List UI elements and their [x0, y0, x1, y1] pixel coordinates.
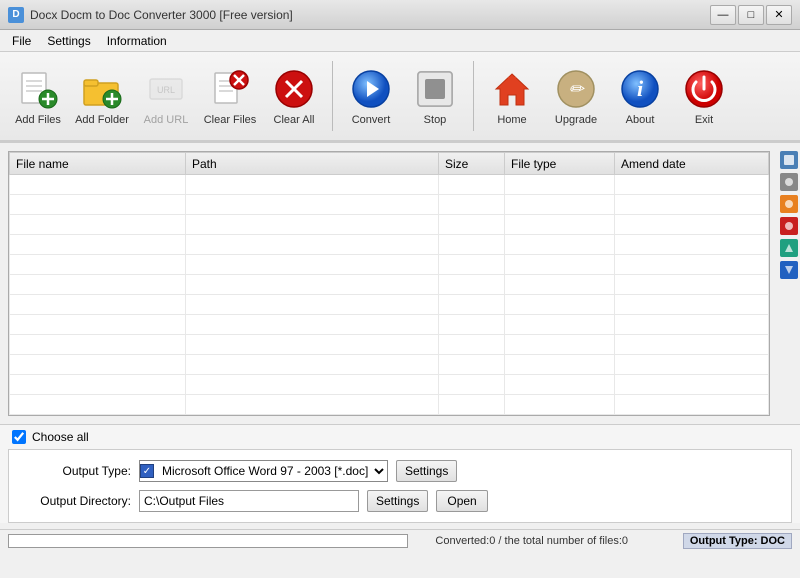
table-row — [10, 315, 769, 335]
add-folder-button[interactable]: Add Folder — [72, 56, 132, 136]
sidebar-btn-6[interactable] — [780, 261, 798, 279]
title-bar: D Docx Docm to Doc Converter 3000 [Free … — [0, 0, 800, 30]
col-filetype: File type — [505, 153, 615, 175]
choose-all-row: Choose all — [0, 425, 800, 449]
menu-file[interactable]: File — [4, 32, 39, 50]
minimize-button[interactable]: — — [710, 5, 736, 25]
home-icon — [491, 68, 533, 110]
progress-bar-container — [8, 534, 408, 548]
maximize-button[interactable]: □ — [738, 5, 764, 25]
sidebar-btn-3[interactable] — [780, 195, 798, 213]
add-url-icon: URL — [145, 68, 187, 110]
output-type-settings-button[interactable]: Settings — [396, 460, 457, 482]
table-row — [10, 195, 769, 215]
table-row — [10, 295, 769, 315]
col-size: Size — [439, 153, 505, 175]
clear-all-label: Clear All — [274, 114, 315, 126]
output-type-select[interactable]: Microsoft Office Word 97 - 2003 [*.doc] — [156, 461, 387, 481]
svg-text:URL: URL — [157, 85, 175, 95]
window-title: Docx Docm to Doc Converter 3000 [Free ve… — [30, 8, 293, 22]
output-type-badge: Output Type: DOC — [683, 533, 792, 549]
menu-information[interactable]: Information — [99, 32, 175, 50]
about-label: About — [626, 114, 655, 126]
convert-icon — [350, 68, 392, 110]
col-filename: File name — [10, 153, 186, 175]
output-type-checkbox-icon: ✓ — [140, 464, 154, 478]
convert-button[interactable]: Convert — [341, 56, 401, 136]
about-icon: i — [619, 68, 661, 110]
table-row — [10, 355, 769, 375]
close-button[interactable]: ✕ — [766, 5, 792, 25]
add-folder-icon — [81, 68, 123, 110]
toolbar: Add Files Add Folder URL Add URL — [0, 52, 800, 142]
toolbar-separator-2 — [473, 61, 474, 131]
stop-label: Stop — [424, 114, 447, 126]
about-button[interactable]: i About — [610, 56, 670, 136]
exit-button[interactable]: Exit — [674, 56, 734, 136]
output-dir-row: Output Directory: Settings Open — [21, 490, 779, 512]
clear-all-icon — [273, 68, 315, 110]
output-dir-input[interactable] — [139, 490, 359, 512]
converted-status: Converted:0 / the total number of files:… — [435, 535, 628, 547]
sidebar-btn-5[interactable] — [780, 239, 798, 257]
clear-files-icon — [209, 68, 251, 110]
col-path: Path — [186, 153, 439, 175]
table-row — [10, 275, 769, 295]
add-files-label: Add Files — [15, 114, 61, 126]
convert-label: Convert — [352, 114, 391, 126]
table-row — [10, 235, 769, 255]
home-label: Home — [497, 114, 526, 126]
table-row — [10, 375, 769, 395]
exit-icon — [683, 68, 725, 110]
add-files-icon — [17, 68, 59, 110]
table-row — [10, 175, 769, 195]
output-dir-settings-button[interactable]: Settings — [367, 490, 428, 512]
svg-text:✏: ✏ — [568, 79, 585, 99]
home-button[interactable]: Home — [482, 56, 542, 136]
table-row — [10, 215, 769, 235]
upgrade-icon: ✏ — [555, 68, 597, 110]
clear-files-button[interactable]: Clear Files — [200, 56, 260, 136]
exit-label: Exit — [695, 114, 713, 126]
add-url-label: Add URL — [144, 114, 189, 126]
col-amenddate: Amend date — [615, 153, 769, 175]
stop-icon — [414, 68, 456, 110]
bottom-area: Choose all Output Type: ✓ Microsoft Offi… — [0, 424, 800, 523]
toolbar-separator-1 — [332, 61, 333, 131]
output-dir-label: Output Directory: — [21, 494, 131, 508]
app-icon: D — [8, 7, 24, 23]
table-row — [10, 255, 769, 275]
window-controls: — □ ✕ — [710, 5, 792, 25]
right-sidebar — [778, 143, 800, 424]
file-list-container: File name Path Size File type Amend date — [8, 151, 770, 416]
clear-files-label: Clear Files — [204, 114, 257, 126]
menu-settings[interactable]: Settings — [39, 32, 98, 50]
sidebar-btn-2[interactable] — [780, 173, 798, 191]
upgrade-label: Upgrade — [555, 114, 597, 126]
svg-text:i: i — [637, 76, 644, 101]
options-panel: Output Type: ✓ Microsoft Office Word 97 … — [8, 449, 792, 523]
sidebar-btn-4[interactable] — [780, 217, 798, 235]
add-folder-label: Add Folder — [75, 114, 129, 126]
add-files-button[interactable]: Add Files — [8, 56, 68, 136]
table-row — [10, 335, 769, 355]
menu-bar: File Settings Information — [0, 30, 800, 52]
output-type-row: Output Type: ✓ Microsoft Office Word 97 … — [21, 460, 779, 482]
stop-button[interactable]: Stop — [405, 56, 465, 136]
output-type-label: Output Type: — [21, 464, 131, 478]
table-row — [10, 395, 769, 415]
status-bar: Converted:0 / the total number of files:… — [0, 529, 800, 551]
sidebar-btn-1[interactable] — [780, 151, 798, 169]
clear-all-button[interactable]: Clear All — [264, 56, 324, 136]
add-url-button: URL Add URL — [136, 56, 196, 136]
choose-all-checkbox[interactable] — [12, 430, 26, 444]
output-dir-open-button[interactable]: Open — [436, 490, 487, 512]
file-list-table: File name Path Size File type Amend date — [9, 152, 769, 415]
choose-all-label[interactable]: Choose all — [32, 430, 89, 444]
upgrade-button[interactable]: ✏ Upgrade — [546, 56, 606, 136]
